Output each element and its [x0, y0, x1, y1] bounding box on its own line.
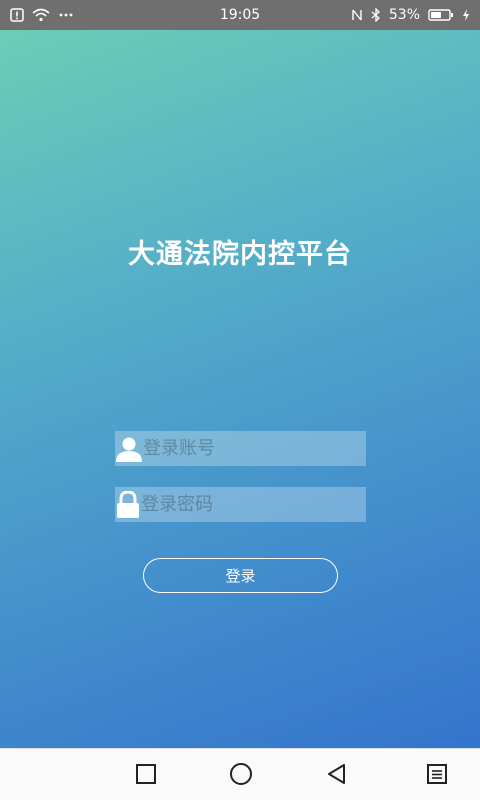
home-icon[interactable]: [228, 761, 254, 787]
nfc-icon: [351, 8, 363, 22]
battery-icon: [428, 8, 454, 22]
password-field[interactable]: [115, 487, 366, 522]
status-right-icons: 53%: [351, 7, 470, 23]
battery-percent: 53%: [388, 7, 420, 23]
bluetooth-icon: [371, 8, 381, 22]
menu-icon[interactable]: [424, 761, 450, 787]
back-icon[interactable]: [324, 761, 350, 787]
navigation-bar: [0, 748, 480, 800]
account-field[interactable]: [115, 431, 368, 466]
status-bar: 19:05 53%: [0, 0, 480, 30]
wifi-icon: [32, 8, 50, 22]
more-dots-icon: [58, 12, 74, 18]
login-button[interactable]: 登录: [143, 558, 338, 593]
charging-icon: [462, 8, 470, 22]
status-left-icons: [10, 8, 74, 22]
app-title: 大通法院内控平台: [128, 239, 352, 270]
login-screen: 大通法院内控平台 登录: [0, 30, 480, 748]
status-time: 19:05: [219, 7, 261, 23]
recent-apps-icon[interactable]: [133, 761, 159, 787]
account-input[interactable]: [143, 431, 368, 466]
password-input[interactable]: [141, 487, 366, 522]
alert-icon: [10, 8, 24, 22]
lock-icon: [115, 487, 141, 522]
user-icon: [115, 431, 143, 466]
